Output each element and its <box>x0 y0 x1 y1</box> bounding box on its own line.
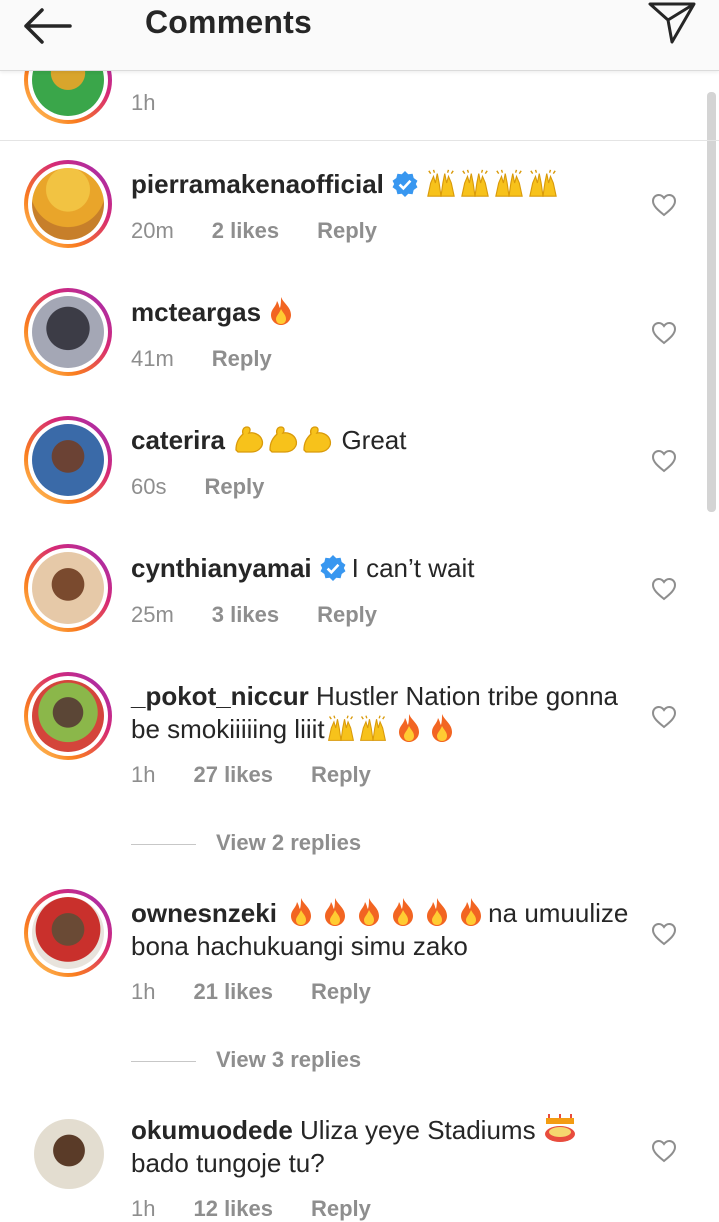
reply-button[interactable]: Reply <box>317 602 377 627</box>
comment-time: 1h <box>131 979 156 1004</box>
avatar[interactable] <box>24 288 112 376</box>
heart-outline-icon[interactable] <box>651 705 677 729</box>
view-replies-button[interactable]: View 3 replies <box>131 1047 361 1073</box>
heart-outline-icon[interactable] <box>651 922 677 946</box>
reply-button[interactable]: Reply <box>317 218 377 243</box>
flexed-biceps-emoji <box>235 426 332 453</box>
arrow-left-icon[interactable] <box>22 6 74 46</box>
comment-time: 41m <box>131 346 174 371</box>
raising-hands-emoji <box>427 169 557 197</box>
comment-text: Uliza yeye Stadiums <box>300 1115 536 1145</box>
comment-username[interactable]: _pokot_niccur <box>131 681 309 711</box>
comment-time: 1h <box>131 762 156 787</box>
comment-username[interactable]: okumuodede <box>131 1115 293 1145</box>
reply-button[interactable]: Reply <box>311 979 371 1004</box>
comment-text-continued: bado tungoje tu? <box>131 1148 325 1178</box>
avatar[interactable] <box>24 672 112 760</box>
avatar[interactable] <box>24 70 112 124</box>
reply-button[interactable]: Reply <box>311 762 371 787</box>
avatar[interactable] <box>24 160 112 248</box>
fire-emoji <box>291 898 482 926</box>
divider <box>131 1060 196 1062</box>
scrollbar[interactable] <box>707 92 716 512</box>
likes-count[interactable]: 2 likes <box>212 218 279 243</box>
comment-meta: 1h 12 likes Reply <box>131 1196 409 1222</box>
fire-emoji <box>268 296 294 326</box>
avatar[interactable] <box>24 1106 112 1194</box>
reply-button[interactable]: Reply <box>204 474 264 499</box>
comment-meta: 41m Reply <box>131 346 310 372</box>
view-replies-label: View 2 replies <box>216 830 362 855</box>
comment-meta: 20m 2 likes Reply <box>131 218 415 244</box>
top-bar: Comments <box>0 0 719 71</box>
comment-username[interactable]: pierramakenaofficial <box>131 169 384 199</box>
comment-meta: 1h 27 likes Reply <box>131 762 409 788</box>
stadium-emoji <box>543 1114 577 1144</box>
avatar[interactable] <box>24 889 112 977</box>
page-title: Comments <box>145 4 312 40</box>
view-replies-label: View 3 replies <box>216 1047 362 1072</box>
heart-outline-icon[interactable] <box>651 449 677 473</box>
reply-button[interactable]: Reply <box>212 346 272 371</box>
verified-badge-icon <box>392 171 418 197</box>
likes-count[interactable]: 3 likes <box>212 602 279 627</box>
likes-count[interactable]: 27 likes <box>193 762 273 787</box>
comment-time: 20m <box>131 218 174 243</box>
avatar[interactable] <box>24 544 112 632</box>
likes-count[interactable]: 21 likes <box>193 979 273 1004</box>
comment-username[interactable]: caterira <box>131 425 225 455</box>
avatar[interactable] <box>24 416 112 504</box>
heart-outline-icon[interactable] <box>651 193 677 217</box>
comment-text: I can’t wait <box>351 553 475 583</box>
raising-hands-emoji <box>327 714 386 742</box>
heart-outline-icon[interactable] <box>651 321 677 345</box>
comment-text: Great <box>341 425 407 455</box>
comment-time: 25m <box>131 602 174 627</box>
divider <box>131 843 196 845</box>
comment-meta: 1h 21 likes Reply <box>131 979 409 1005</box>
comment-username[interactable]: cynthianyamai <box>131 553 312 583</box>
comment-time: 1h <box>131 90 156 115</box>
comment-meta: 1h <box>131 90 193 116</box>
verified-badge-icon <box>320 555 346 581</box>
comment-partial: 1h <box>0 70 719 141</box>
comment-time: 60s <box>131 474 167 499</box>
comment-username[interactable]: mcteargas <box>131 297 261 327</box>
heart-outline-icon[interactable] <box>651 577 677 601</box>
fire-emoji <box>429 713 455 743</box>
fire-emoji <box>396 713 422 743</box>
heart-outline-icon[interactable] <box>651 1139 677 1163</box>
paper-plane-icon[interactable] <box>646 0 698 46</box>
comment-username[interactable]: ownesnzeki <box>131 898 277 928</box>
view-replies-button[interactable]: View 2 replies <box>131 830 361 856</box>
comment-meta: 25m 3 likes Reply <box>131 602 415 628</box>
comment-meta: 60s Reply <box>131 474 302 500</box>
